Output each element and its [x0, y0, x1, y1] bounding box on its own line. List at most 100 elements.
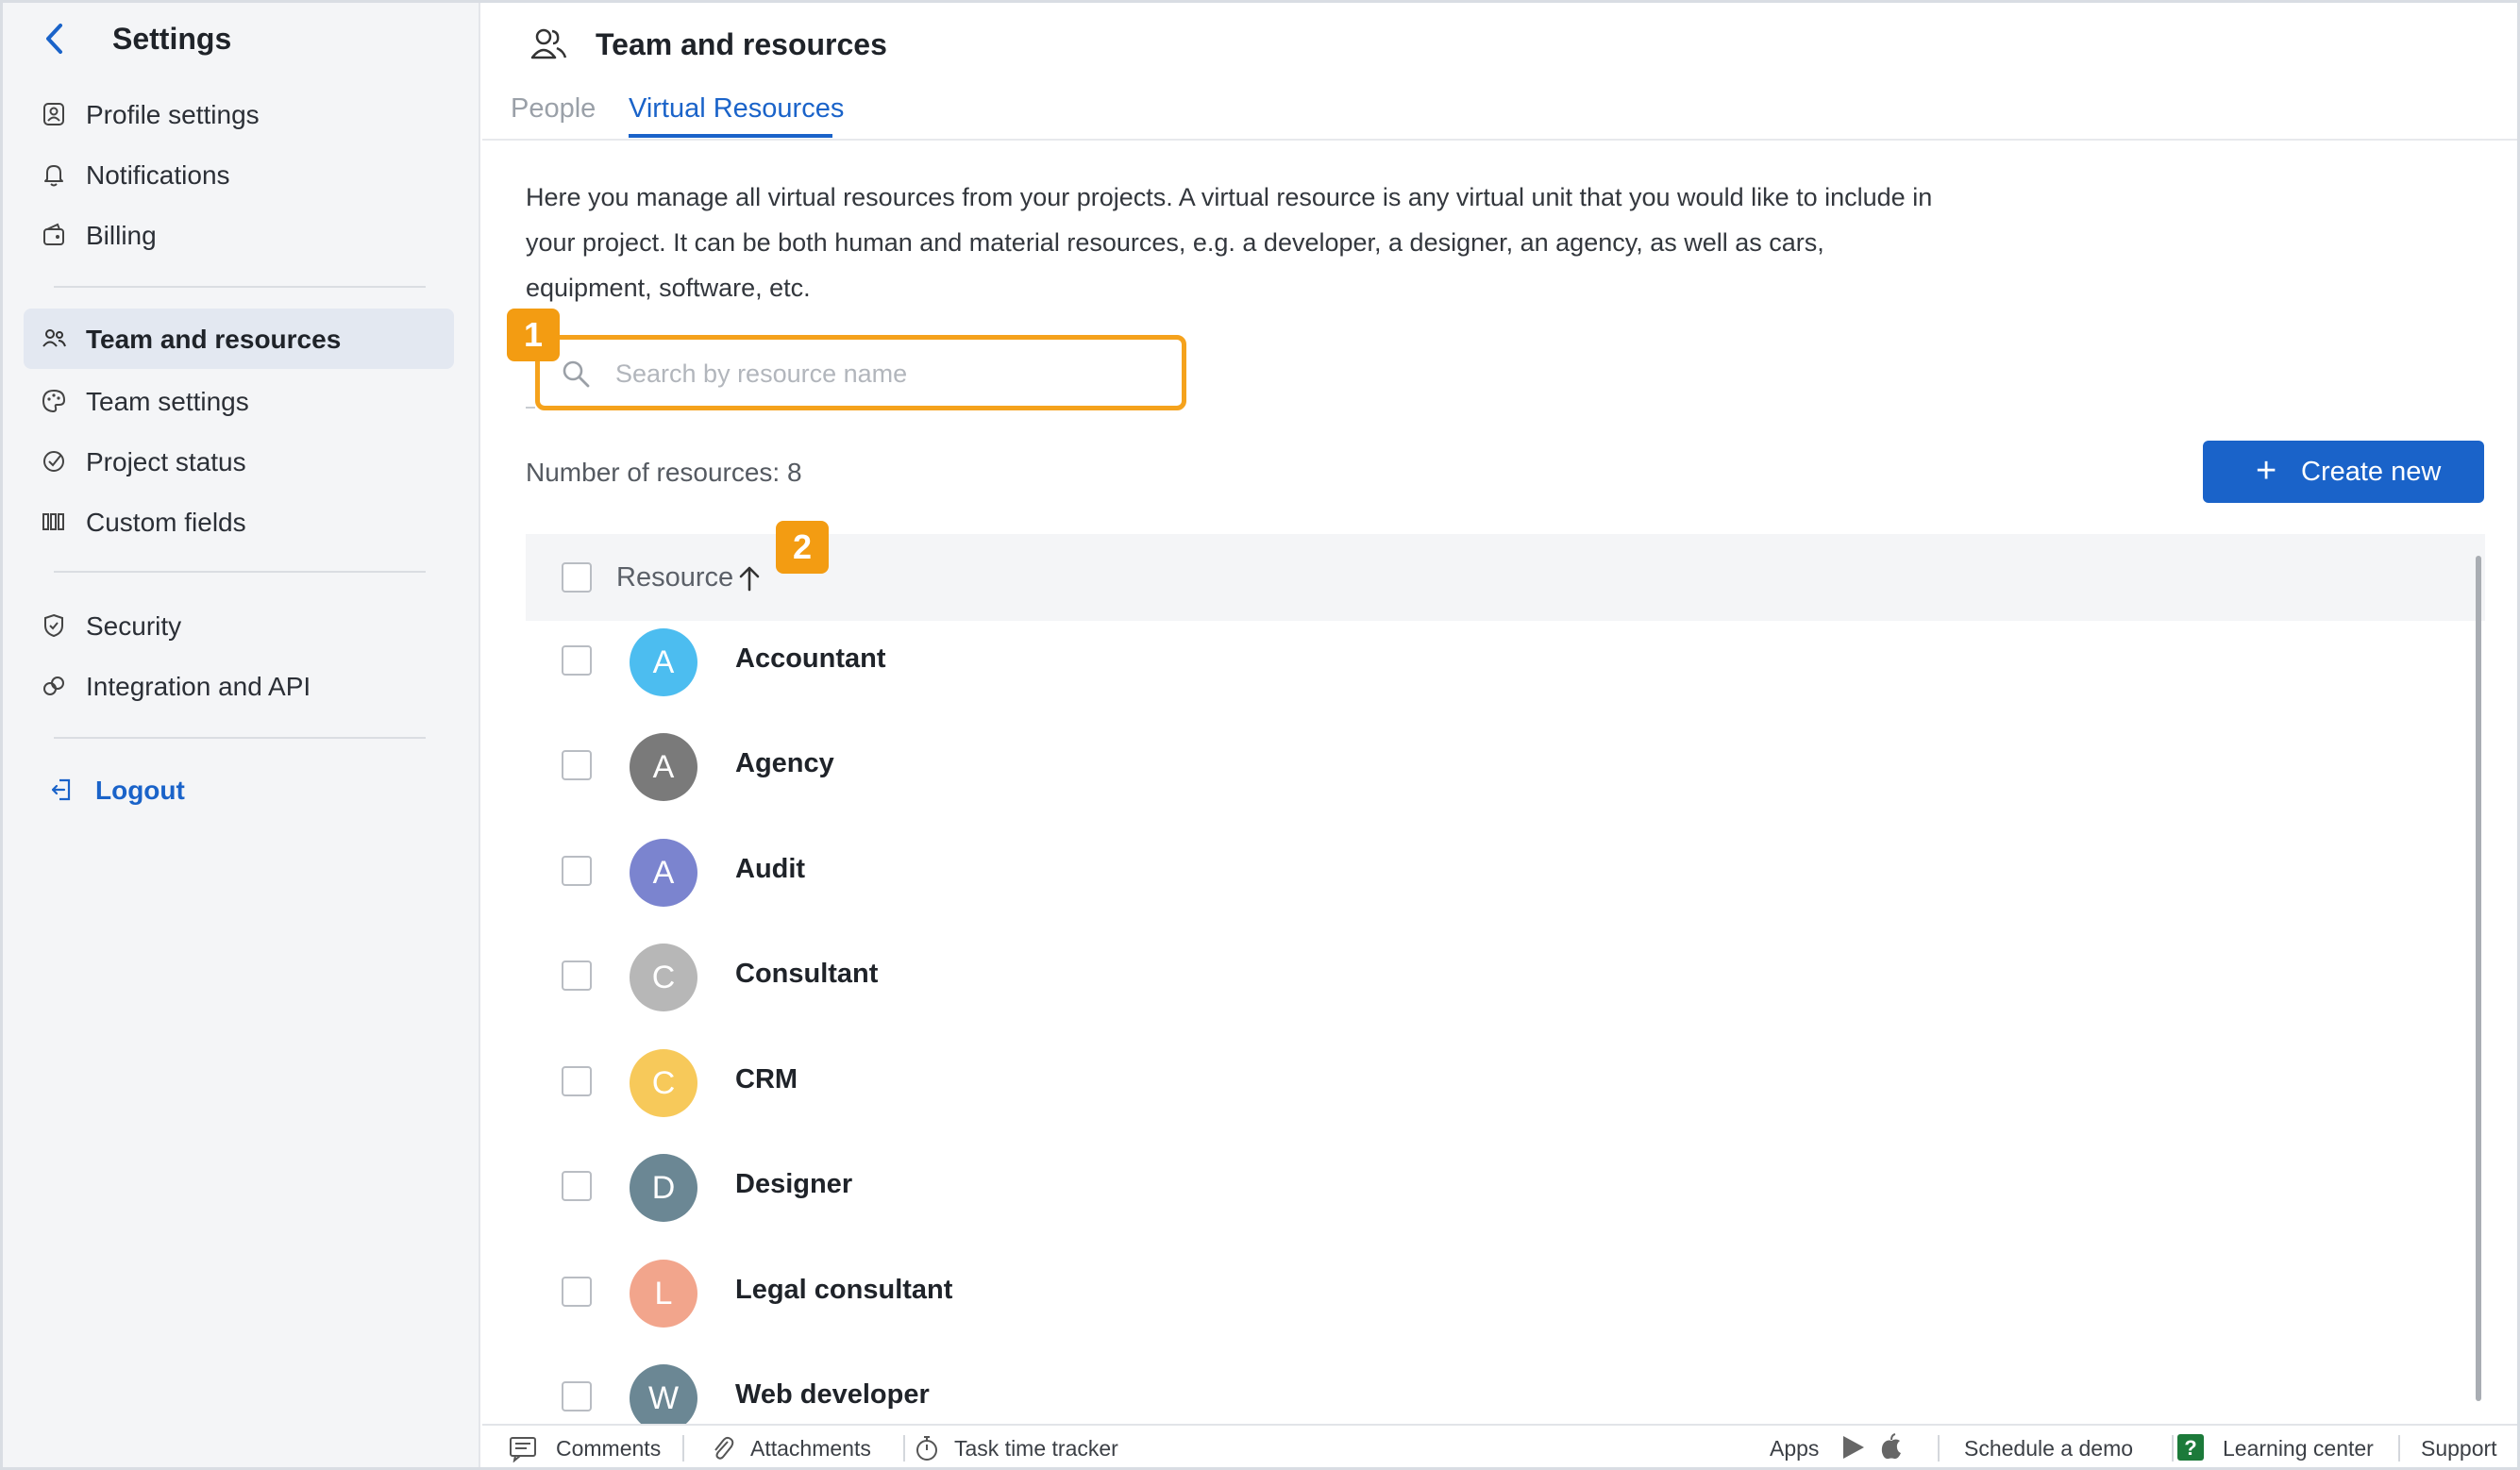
resource-name: Accountant	[735, 643, 886, 674]
table-row[interactable]: L Legal consultant	[526, 1248, 2470, 1353]
footer-comments-label: Comments	[556, 1436, 662, 1461]
avatar: W	[630, 1364, 697, 1424]
footer-task-time-tracker[interactable]: Task time tracker	[913, 1436, 1118, 1462]
row-checkbox[interactable]	[562, 1066, 592, 1096]
back-button[interactable]	[37, 20, 75, 58]
footer-separator	[903, 1435, 905, 1462]
table-row[interactable]: A Audit	[526, 827, 2470, 932]
sidebar-header: Settings	[3, 3, 480, 75]
sidebar-item-label: Security	[86, 611, 182, 641]
sidebar-item-project-status[interactable]: Project status	[24, 431, 454, 492]
tab-virtual-resources[interactable]: Virtual Resources	[629, 93, 844, 125]
create-new-label: Create new	[2301, 457, 2442, 487]
search-input[interactable]	[615, 353, 1163, 394]
help-icon: ?	[2176, 1432, 2204, 1461]
footer-learning-center-label: Learning center	[2223, 1436, 2374, 1461]
avatar: A	[630, 839, 697, 907]
row-checkbox[interactable]	[562, 856, 592, 886]
sidebar-item-label: Project status	[86, 447, 246, 476]
search-underline	[526, 407, 535, 409]
footer-task-time-tracker-label: Task time tracker	[954, 1436, 1118, 1461]
sidebar-item-label: Integration and API	[86, 672, 311, 701]
table-row[interactable]: C CRM	[526, 1038, 2470, 1143]
resource-name: Consultant	[735, 959, 879, 989]
table-scrollbar[interactable]	[2476, 556, 2481, 1401]
team-icon	[528, 24, 569, 65]
avatar: D	[630, 1154, 697, 1222]
tab-people[interactable]: People	[511, 93, 596, 125]
sidebar-item-label: Team settings	[86, 387, 249, 416]
svg-text:?: ?	[2184, 1436, 2196, 1460]
row-checkbox[interactable]	[562, 961, 592, 991]
table-row[interactable]: D Designer	[526, 1143, 2470, 1247]
resource-count: Number of resources: 8	[526, 458, 802, 487]
row-checkbox[interactable]	[562, 1277, 592, 1307]
footer-attachments[interactable]: Attachments	[709, 1436, 871, 1462]
resource-name: Agency	[735, 748, 834, 778]
play-store-icon[interactable]	[1839, 1433, 1867, 1467]
chevron-left-icon	[46, 24, 62, 54]
footer-comments[interactable]: Comments	[509, 1436, 662, 1463]
sidebar-divider	[54, 737, 426, 739]
wallet-icon	[41, 222, 67, 248]
footer-support[interactable]: Support	[2421, 1436, 2497, 1462]
row-checkbox[interactable]	[562, 1171, 592, 1201]
stopwatch-icon	[913, 1434, 941, 1462]
footer-apps-label: Apps	[1770, 1436, 1820, 1461]
sidebar-item-security[interactable]: Security	[24, 595, 454, 656]
row-checkbox[interactable]	[562, 645, 592, 676]
main-content: Team and resources People Virtual Resour…	[482, 3, 2517, 1467]
footer-learning-center[interactable]: ? Learning center	[2176, 1434, 2374, 1462]
avatar: L	[630, 1260, 697, 1328]
page-description: Here you manage all virtual resources fr…	[526, 183, 1933, 302]
page-title: Team and resources	[596, 27, 887, 61]
person-card-icon	[41, 101, 67, 127]
active-tab-indicator	[629, 134, 832, 138]
avatar: A	[630, 733, 697, 801]
sidebar-item-profile-settings[interactable]: Profile settings	[24, 84, 454, 144]
columns-icon	[41, 509, 67, 535]
create-new-button[interactable]: + Create new	[2203, 441, 2484, 503]
footer-support-label: Support	[2421, 1436, 2497, 1461]
sidebar-item-integration-and-api[interactable]: Integration and API	[24, 656, 454, 716]
logout-button[interactable]: Logout	[24, 760, 454, 820]
resource-name: CRM	[735, 1064, 798, 1094]
sidebar-divider	[54, 571, 426, 573]
shield-icon	[41, 612, 67, 639]
table-row[interactable]: C Consultant	[526, 932, 2470, 1037]
table-row[interactable]: A Agency	[526, 722, 2470, 827]
apple-icon[interactable]	[1877, 1432, 1906, 1466]
select-all-checkbox[interactable]	[562, 562, 592, 593]
row-checkbox[interactable]	[562, 1381, 592, 1412]
annotation-badge-1: 1	[507, 309, 560, 361]
footer-apps[interactable]: Apps	[1770, 1436, 1819, 1462]
plus-icon: +	[2256, 451, 2277, 491]
avatar: C	[630, 944, 697, 1011]
footer-schedule-demo-label: Schedule a demo	[1964, 1436, 2134, 1461]
logout-icon	[48, 777, 75, 803]
paperclip-icon	[709, 1434, 737, 1462]
sidebar-item-team-and-resources[interactable]: Team and resources	[24, 309, 454, 369]
search-box[interactable]	[535, 335, 1186, 410]
footer-attachments-label: Attachments	[750, 1436, 871, 1461]
footer-separator	[1938, 1435, 1940, 1462]
resource-name: Audit	[735, 854, 806, 884]
column-header-resource[interactable]: Resource	[616, 562, 733, 593]
table-row[interactable]: W Web developer	[526, 1353, 2470, 1424]
annotation-badge-2: 2	[776, 521, 829, 574]
sidebar-item-label: Custom fields	[86, 508, 246, 537]
table-row[interactable]: A Accountant	[526, 617, 2470, 722]
sidebar-item-label: Billing	[86, 221, 157, 250]
sidebar-item-label: Notifications	[86, 160, 230, 190]
sort-ascending-icon[interactable]	[735, 564, 764, 593]
sidebar-item-notifications[interactable]: Notifications	[24, 144, 454, 205]
search-icon	[561, 359, 591, 389]
sidebar-item-custom-fields[interactable]: Custom fields	[24, 492, 454, 552]
row-checkbox[interactable]	[562, 750, 592, 780]
link-icon	[41, 673, 67, 699]
sidebar-item-label: Profile settings	[86, 100, 260, 129]
sidebar-item-billing[interactable]: Billing	[24, 205, 454, 265]
footer-schedule-demo[interactable]: Schedule a demo	[1964, 1436, 2133, 1462]
settings-sidebar: Settings Profile settings Notifications …	[3, 3, 480, 1467]
sidebar-item-team-settings[interactable]: Team settings	[24, 371, 454, 431]
